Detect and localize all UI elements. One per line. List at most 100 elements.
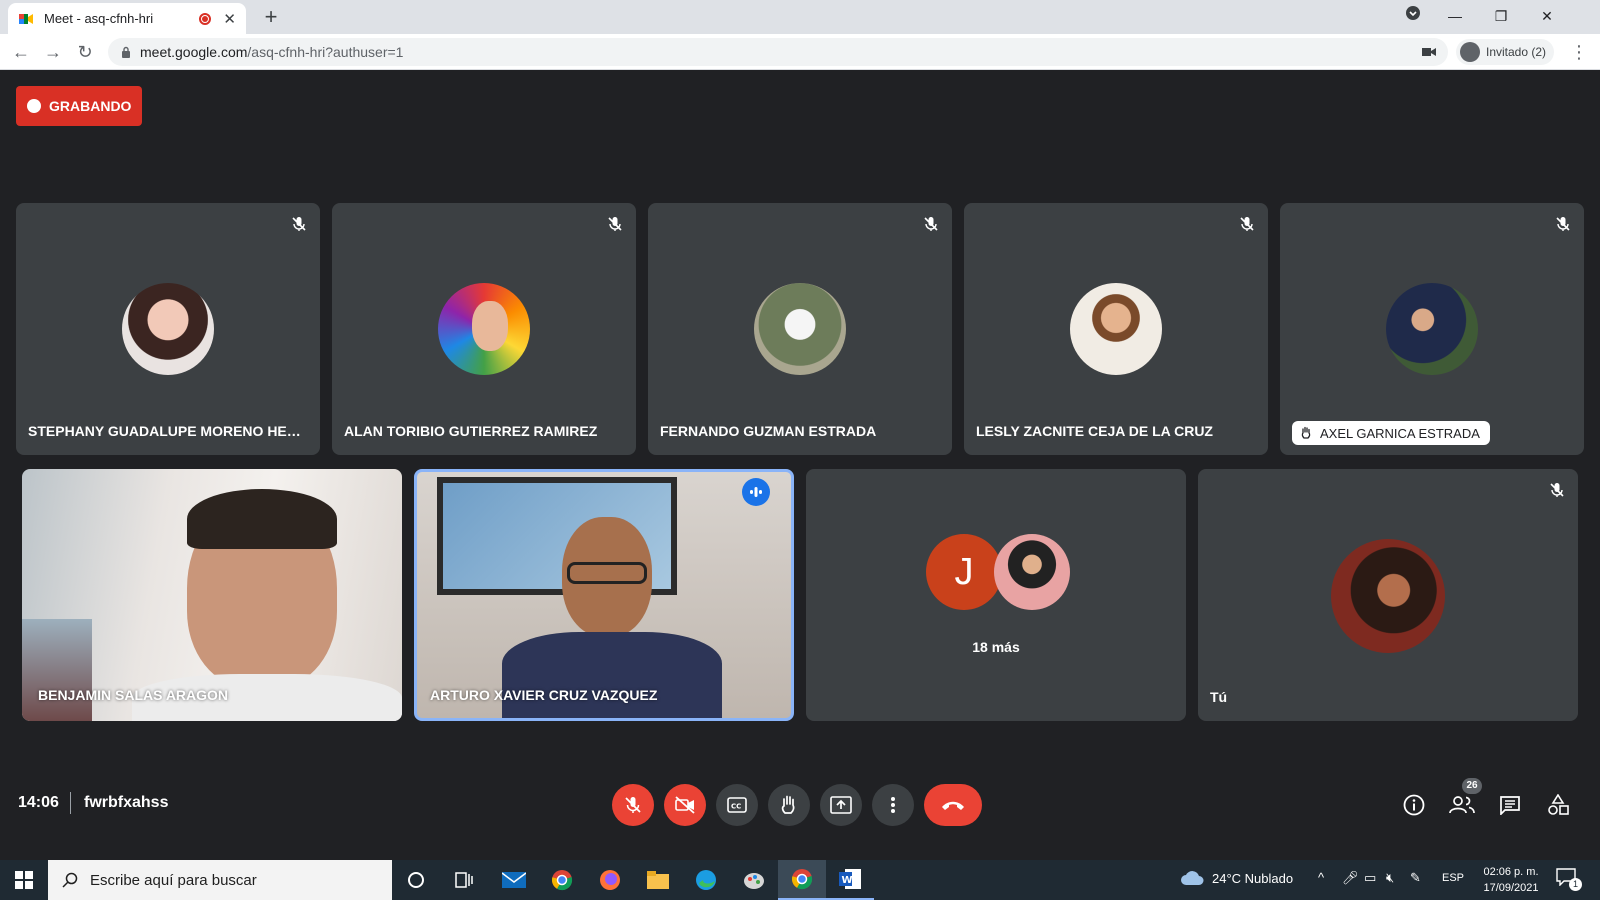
- present-screen-button[interactable]: [820, 784, 862, 826]
- svg-text:W: W: [842, 875, 853, 886]
- mic-off-icon: [924, 217, 938, 231]
- back-button[interactable]: ←: [10, 41, 32, 63]
- network-icon[interactable]: ▭: [1364, 870, 1376, 886]
- system-time: 02:06 p. m.: [1483, 866, 1539, 878]
- mail-icon[interactable]: [490, 860, 538, 900]
- participant-avatar: [1070, 283, 1162, 375]
- lock-icon: [122, 46, 130, 58]
- participant-glasses: [567, 562, 647, 584]
- participant-avatar: [438, 283, 530, 375]
- participant-video-tile-speaking[interactable]: ARTURO XAVIER CRUZ VAZQUEZ: [414, 469, 794, 721]
- activities-icon[interactable]: [1544, 791, 1572, 819]
- recording-badge: GRABANDO: [16, 86, 142, 126]
- volume-muted-icon[interactable]: 🔇︎: [1386, 870, 1394, 886]
- pen-icon[interactable]: ✎: [1410, 870, 1421, 886]
- restore-window-button[interactable]: ❐: [1478, 0, 1524, 34]
- weather-text: 24°C Nublado: [1212, 870, 1294, 886]
- forward-button[interactable]: →: [42, 41, 64, 63]
- participant-avatar: [994, 534, 1070, 610]
- people-icon[interactable]: [1448, 791, 1476, 819]
- participant-name: AXEL GARNICA ESTRADA: [1320, 425, 1480, 441]
- self-tile[interactable]: Tú: [1198, 469, 1578, 721]
- notifications-icon[interactable]: 1: [1556, 868, 1582, 892]
- chrome-active-icon[interactable]: [778, 860, 826, 900]
- tray-chevron-icon[interactable]: ^: [1318, 870, 1324, 885]
- mic-off-icon: [1556, 217, 1570, 231]
- camera-off-icon: [675, 796, 695, 814]
- captions-button[interactable]: CC: [716, 784, 758, 826]
- file-explorer-icon[interactable]: [634, 860, 682, 900]
- chrome-icon[interactable]: [538, 860, 586, 900]
- system-date: 17/09/2021: [1483, 882, 1539, 894]
- meeting-time: 14:06: [18, 794, 59, 811]
- google-meet-icon: [19, 13, 33, 24]
- microphone-tray-icon[interactable]: 🎤︎: [1342, 870, 1359, 886]
- tab-search-icon[interactable]: [1390, 0, 1436, 34]
- participant-shirt: [502, 632, 722, 718]
- participant-name: ALAN TORIBIO GUTIERREZ RAMIREZ: [344, 423, 598, 439]
- chat-icon[interactable]: [1496, 791, 1524, 819]
- participant-tile[interactable]: STEPHANY GUADALUPE MORENO HERNANDEZ: [16, 203, 320, 455]
- tab-title: Meet - asq-cfnh-hri: [44, 11, 154, 26]
- url-path: /asq-cfnh-hri?authuser=1: [247, 44, 404, 60]
- others-tile[interactable]: J 18 más: [806, 469, 1186, 721]
- mic-off-icon: [292, 217, 306, 231]
- windows-start-icon[interactable]: [0, 860, 48, 900]
- participant-tile[interactable]: FERNANDO GUZMAN ESTRADA: [648, 203, 952, 455]
- leave-call-button[interactable]: [924, 784, 982, 826]
- word-icon[interactable]: W: [826, 860, 874, 900]
- reload-button[interactable]: ↻: [74, 41, 96, 63]
- taskbar-search-box[interactable]: Escribe aquí para buscar: [48, 860, 392, 900]
- divider: [70, 792, 71, 814]
- participant-video-tile[interactable]: BENJAMIN SALAS ARAGON: [22, 469, 402, 721]
- browser-tab-strip: Meet - asq-cfnh-hri ✕ + — ❐ ✕: [0, 0, 1600, 34]
- camera-permission-icon[interactable]: [1422, 47, 1436, 57]
- participant-initial-avatar: J: [926, 534, 1002, 610]
- close-window-button[interactable]: ✕: [1524, 0, 1570, 34]
- search-icon: [62, 872, 78, 888]
- participant-name: LESLY ZACNITE CEJA DE LA CRUZ: [976, 423, 1213, 439]
- browser-menu-icon[interactable]: ⋮: [1568, 41, 1590, 63]
- recording-dot-icon: [27, 99, 41, 113]
- mic-off-icon: [608, 217, 622, 231]
- self-avatar: [1331, 539, 1445, 653]
- browser-tab[interactable]: Meet - asq-cfnh-hri ✕: [8, 3, 246, 34]
- recording-tab-icon: [199, 12, 212, 25]
- more-vert-icon: [891, 797, 895, 813]
- task-view-icon[interactable]: [440, 860, 488, 900]
- self-name: Tú: [1210, 689, 1228, 705]
- paint-icon[interactable]: [730, 860, 778, 900]
- hand-icon: [781, 795, 795, 814]
- windows-taskbar: Escribe aquí para buscar W 24°C Nublado …: [0, 860, 1600, 900]
- notification-count: 1: [1569, 878, 1582, 891]
- closed-captions-icon: CC: [727, 797, 747, 813]
- language-indicator[interactable]: ESP: [1442, 872, 1464, 884]
- cloud-icon: [1181, 871, 1204, 885]
- participant-name: FERNANDO GUZMAN ESTRADA: [660, 423, 877, 439]
- microphone-toggle-button[interactable]: [612, 784, 654, 826]
- close-tab-icon[interactable]: ✕: [223, 10, 236, 28]
- more-options-button[interactable]: [872, 784, 914, 826]
- system-clock[interactable]: 02:06 p. m. 17/09/2021: [1478, 864, 1544, 896]
- raise-hand-button[interactable]: [768, 784, 810, 826]
- cortana-icon[interactable]: [392, 860, 440, 900]
- participant-tile[interactable]: LESLY ZACNITE CEJA DE LA CRUZ: [964, 203, 1268, 455]
- edge-icon[interactable]: [682, 860, 730, 900]
- minimize-window-button[interactable]: —: [1432, 0, 1478, 34]
- profile-button[interactable]: Invitado (2): [1456, 39, 1555, 65]
- weather-widget[interactable]: 24°C Nublado: [1180, 870, 1293, 886]
- address-bar[interactable]: meet.google.com/asq-cfnh-hri?authuser=1: [108, 38, 1448, 66]
- profile-avatar-icon: [1460, 42, 1480, 62]
- new-tab-button[interactable]: +: [258, 4, 284, 30]
- participant-avatar: [754, 283, 846, 375]
- participant-tile[interactable]: AXEL GARNICA ESTRADA: [1280, 203, 1584, 455]
- camera-toggle-button[interactable]: [664, 784, 706, 826]
- url-host: meet.google.com: [140, 44, 248, 60]
- people-count-badge: 26: [1462, 778, 1482, 794]
- raised-hand-name-pill: AXEL GARNICA ESTRADA: [1292, 421, 1490, 445]
- meeting-details-icon[interactable]: [1400, 791, 1428, 819]
- firefox-icon[interactable]: [586, 860, 634, 900]
- participant-tile[interactable]: ALAN TORIBIO GUTIERREZ RAMIREZ: [332, 203, 636, 455]
- profile-label: Invitado (2): [1486, 45, 1547, 59]
- present-screen-icon: [830, 796, 852, 814]
